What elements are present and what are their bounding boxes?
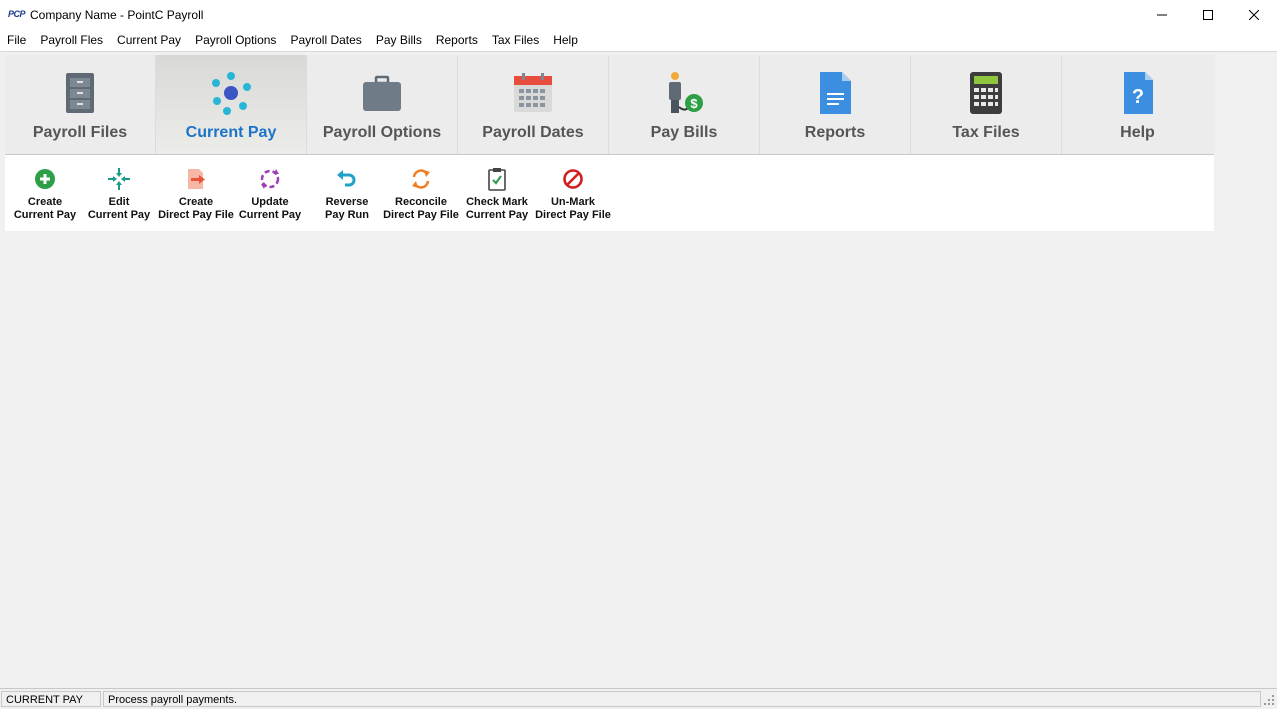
tab-pay-bills[interactable]: $ Pay Bills: [609, 55, 760, 154]
tab-payroll-options[interactable]: Payroll Options: [307, 55, 458, 154]
tab-tax-files[interactable]: Tax Files: [911, 55, 1062, 154]
filing-cabinet-icon: [66, 73, 94, 113]
refresh-dashed-icon: [260, 169, 280, 189]
menu-payroll-files[interactable]: Payroll Fles: [33, 30, 110, 51]
title-bar: PCP Company Name - PointC Payroll: [0, 0, 1277, 30]
reverse-pay-run-button[interactable]: Reverse Pay Run: [315, 155, 379, 231]
menu-reports[interactable]: Reports: [429, 30, 485, 51]
tab-label: Reports: [804, 124, 866, 141]
tab-label: Payroll Dates: [482, 124, 584, 141]
check-mark-current-pay-button[interactable]: Check Mark Current Pay: [463, 155, 531, 231]
update-current-pay-button[interactable]: Update Current Pay: [236, 155, 304, 231]
status-bar: CURRENT PAY Process payroll payments.: [0, 688, 1277, 709]
sync-icon: [412, 169, 430, 189]
svg-text:$: $: [690, 96, 698, 111]
minimize-icon: [1157, 14, 1167, 16]
menu-help[interactable]: Help: [546, 30, 585, 51]
tab-reports[interactable]: Reports: [760, 55, 911, 154]
menu-current-pay[interactable]: Current Pay: [110, 30, 188, 51]
button-label: Un-Mark Direct Pay File: [535, 196, 611, 221]
file-export-icon: [188, 169, 205, 189]
minimize-button[interactable]: [1139, 0, 1185, 30]
person-dollar-icon: $: [669, 72, 703, 113]
tab-help[interactable]: ? Help: [1062, 55, 1213, 154]
briefcase-icon: [363, 75, 401, 111]
calendar-icon: [514, 73, 552, 112]
button-label: Create Current Pay: [13, 196, 77, 221]
maximize-icon: [1203, 10, 1213, 20]
prohibited-icon: [563, 169, 583, 189]
svg-text:?: ?: [1131, 86, 1143, 108]
plus-circle-icon: [35, 169, 55, 189]
close-button[interactable]: [1231, 0, 1277, 30]
create-current-pay-button[interactable]: Create Current Pay: [8, 155, 82, 231]
menu-tax-files[interactable]: Tax Files: [485, 30, 546, 51]
menu-payroll-options[interactable]: Payroll Options: [188, 30, 283, 51]
tab-current-pay[interactable]: Current Pay: [156, 55, 307, 154]
document-icon: [820, 72, 851, 114]
un-mark-direct-pay-file-button[interactable]: Un-Mark Direct Pay File: [535, 155, 611, 231]
window-title: Company Name - PointC Payroll: [30, 8, 204, 22]
ribbon-tabs: Payroll Files Current Pay Payroll Option…: [5, 55, 1214, 155]
compress-arrows-icon: [108, 168, 130, 190]
tab-label: Tax Files: [952, 124, 1020, 141]
help-document-icon: ?: [1123, 72, 1153, 114]
menu-bar: File Payroll Fles Current Pay Payroll Op…: [0, 30, 1277, 52]
tab-label: Payroll Options: [322, 124, 442, 141]
clipboard-check-icon: [488, 168, 506, 191]
app-logo-icon: PCP: [8, 9, 26, 19]
button-label: Check Mark Current Pay: [465, 196, 529, 221]
status-section: CURRENT PAY: [1, 691, 101, 707]
button-label: Edit Current Pay: [87, 196, 151, 221]
action-toolbar: Create Current Pay Edit Current Pay Create…: [5, 155, 1214, 231]
undo-arrow-icon: [337, 170, 356, 187]
tab-label: Pay Bills: [650, 124, 718, 141]
button-label: Update Current Pay: [238, 196, 302, 221]
tab-payroll-files[interactable]: Payroll Files: [5, 55, 156, 154]
network-nodes-icon: [212, 72, 251, 115]
close-icon: [1249, 10, 1259, 20]
tab-payroll-dates[interactable]: Payroll Dates: [458, 55, 609, 154]
button-label: Reconcile Direct Pay File: [383, 196, 459, 221]
edit-current-pay-button[interactable]: Edit Current Pay: [82, 155, 156, 231]
button-label: Reverse Pay Run: [324, 196, 369, 221]
menu-payroll-dates[interactable]: Payroll Dates: [283, 30, 368, 51]
tab-label: Help: [1120, 124, 1155, 141]
resize-grip-icon[interactable]: [1263, 694, 1275, 706]
tab-label: Payroll Files: [32, 124, 128, 141]
menu-file[interactable]: File: [0, 30, 33, 51]
create-direct-pay-file-button[interactable]: Create Direct Pay File: [156, 155, 236, 231]
reconcile-direct-pay-file-button[interactable]: Reconcile Direct Pay File: [383, 155, 459, 231]
menu-pay-bills[interactable]: Pay Bills: [369, 30, 429, 51]
tab-label: Current Pay: [185, 124, 277, 141]
maximize-button[interactable]: [1185, 0, 1231, 30]
calculator-icon: [970, 72, 1002, 114]
button-label: Create Direct Pay File: [158, 196, 234, 221]
status-message: Process payroll payments.: [103, 691, 1261, 707]
